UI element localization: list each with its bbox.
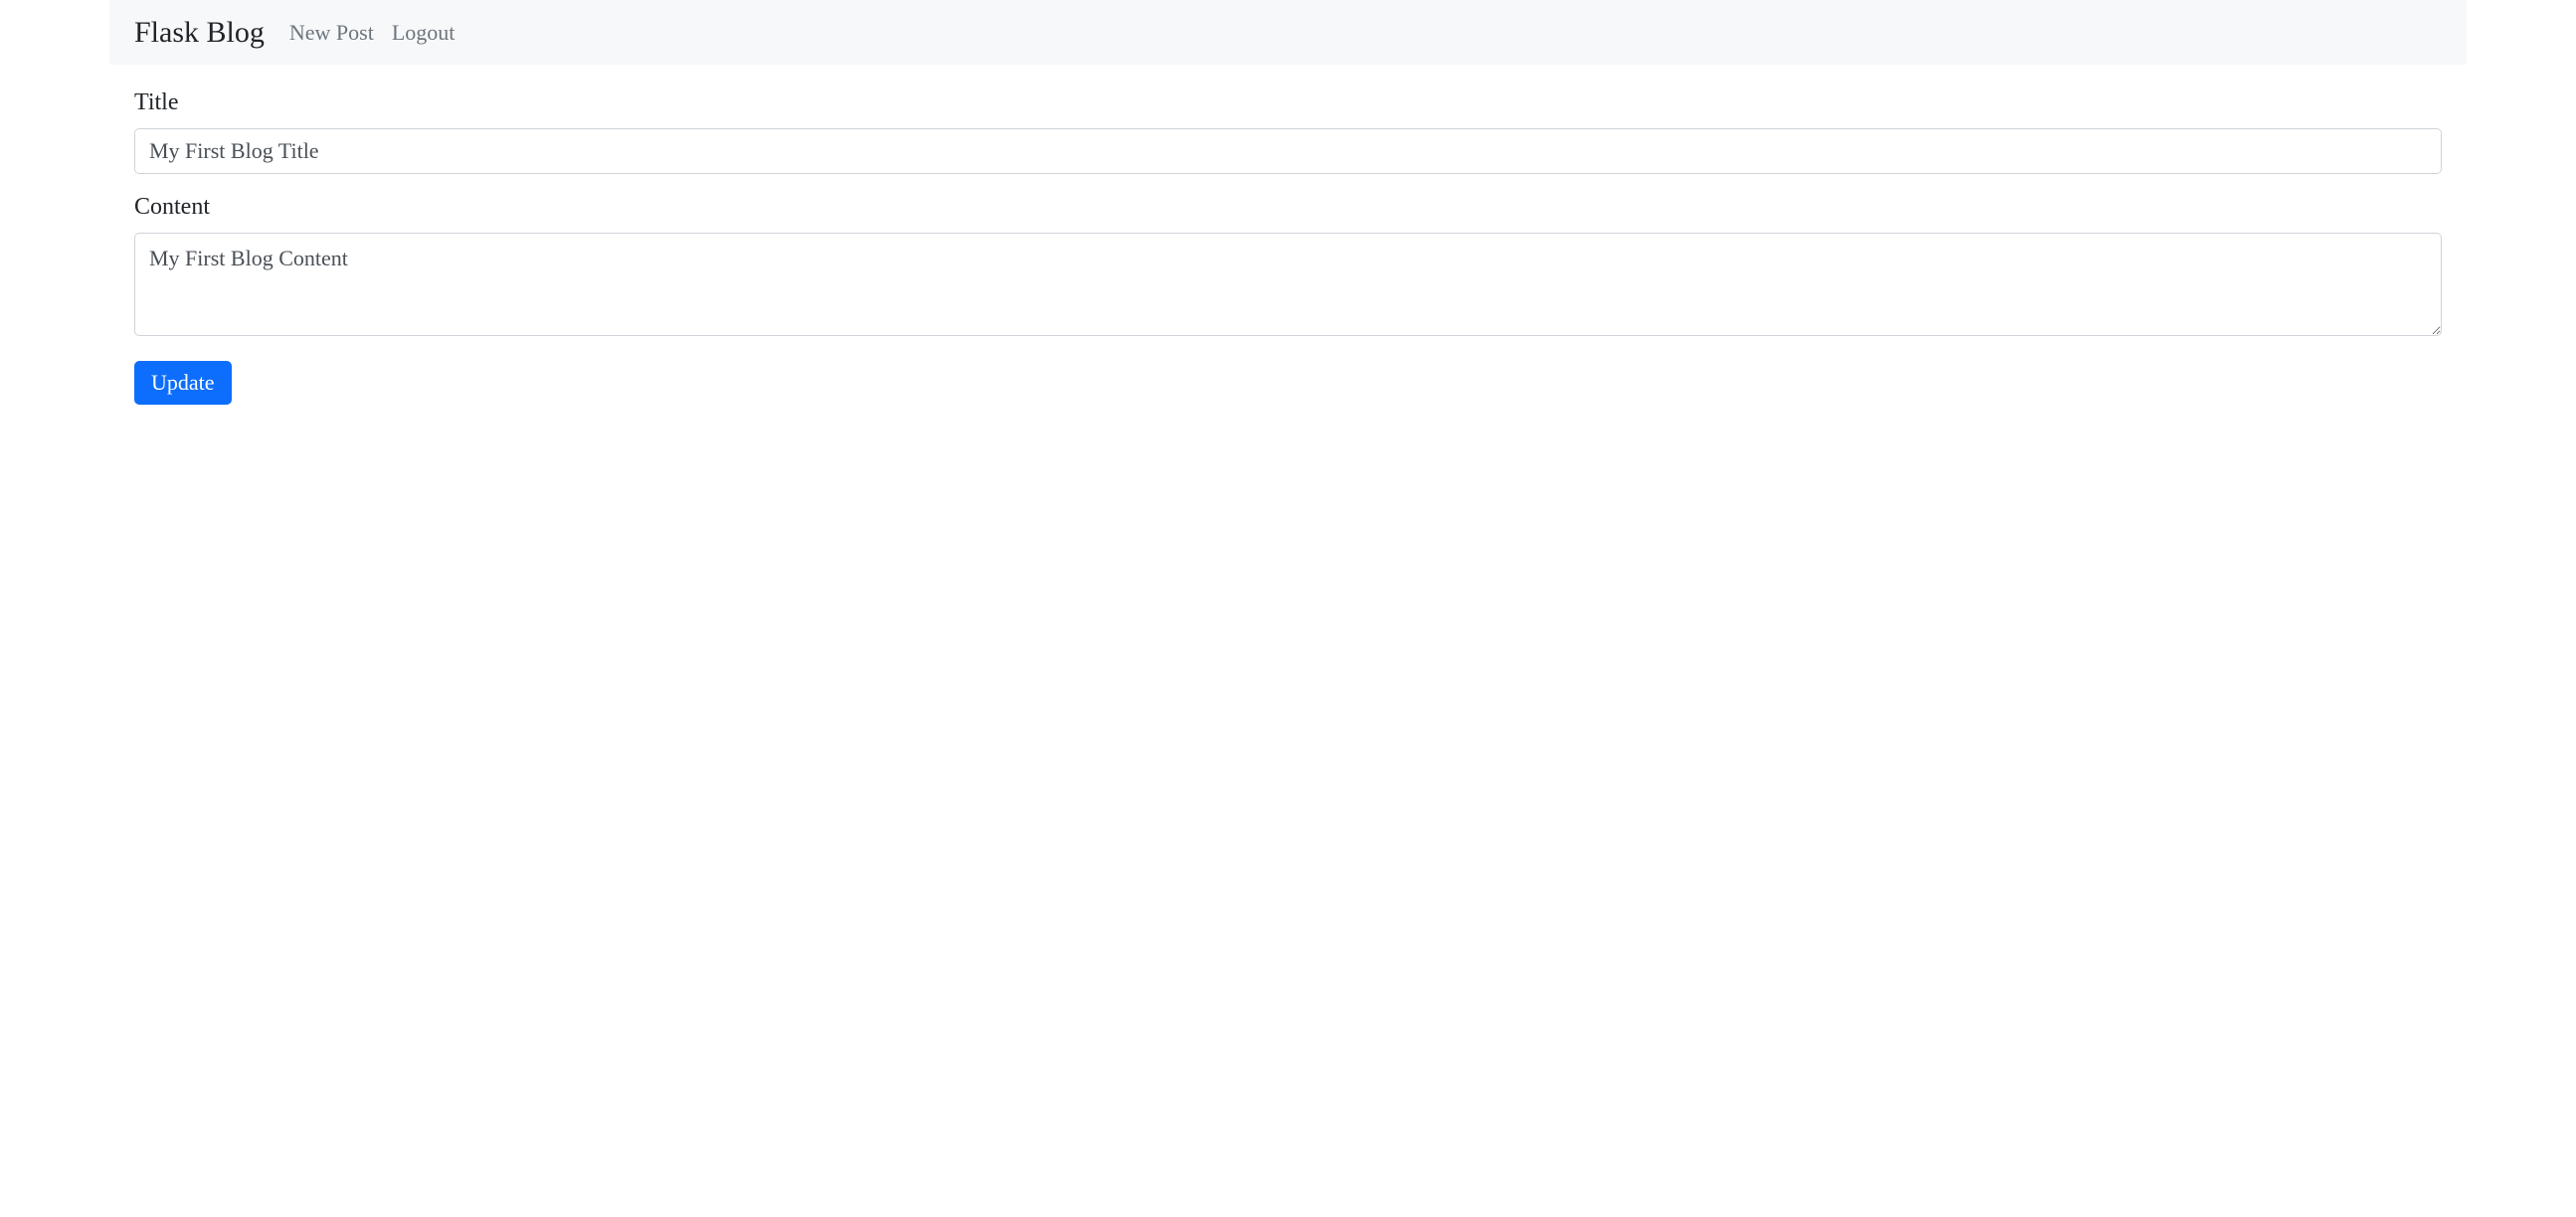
title-input[interactable] [134, 128, 2442, 174]
nav-link-new-post[interactable]: New Post [289, 20, 374, 46]
content-label: Content [134, 194, 2442, 221]
update-button[interactable]: Update [134, 361, 232, 405]
content-group: Content [134, 194, 2442, 341]
navbar-brand[interactable]: Flask Blog [134, 16, 265, 50]
nav-link-logout[interactable]: Logout [392, 20, 456, 46]
title-label: Title [134, 89, 2442, 116]
navbar: Flask Blog New Post Logout [109, 0, 2467, 65]
title-group: Title [134, 89, 2442, 174]
form-container: Title Content Update [109, 65, 2467, 430]
content-textarea[interactable] [134, 233, 2442, 336]
